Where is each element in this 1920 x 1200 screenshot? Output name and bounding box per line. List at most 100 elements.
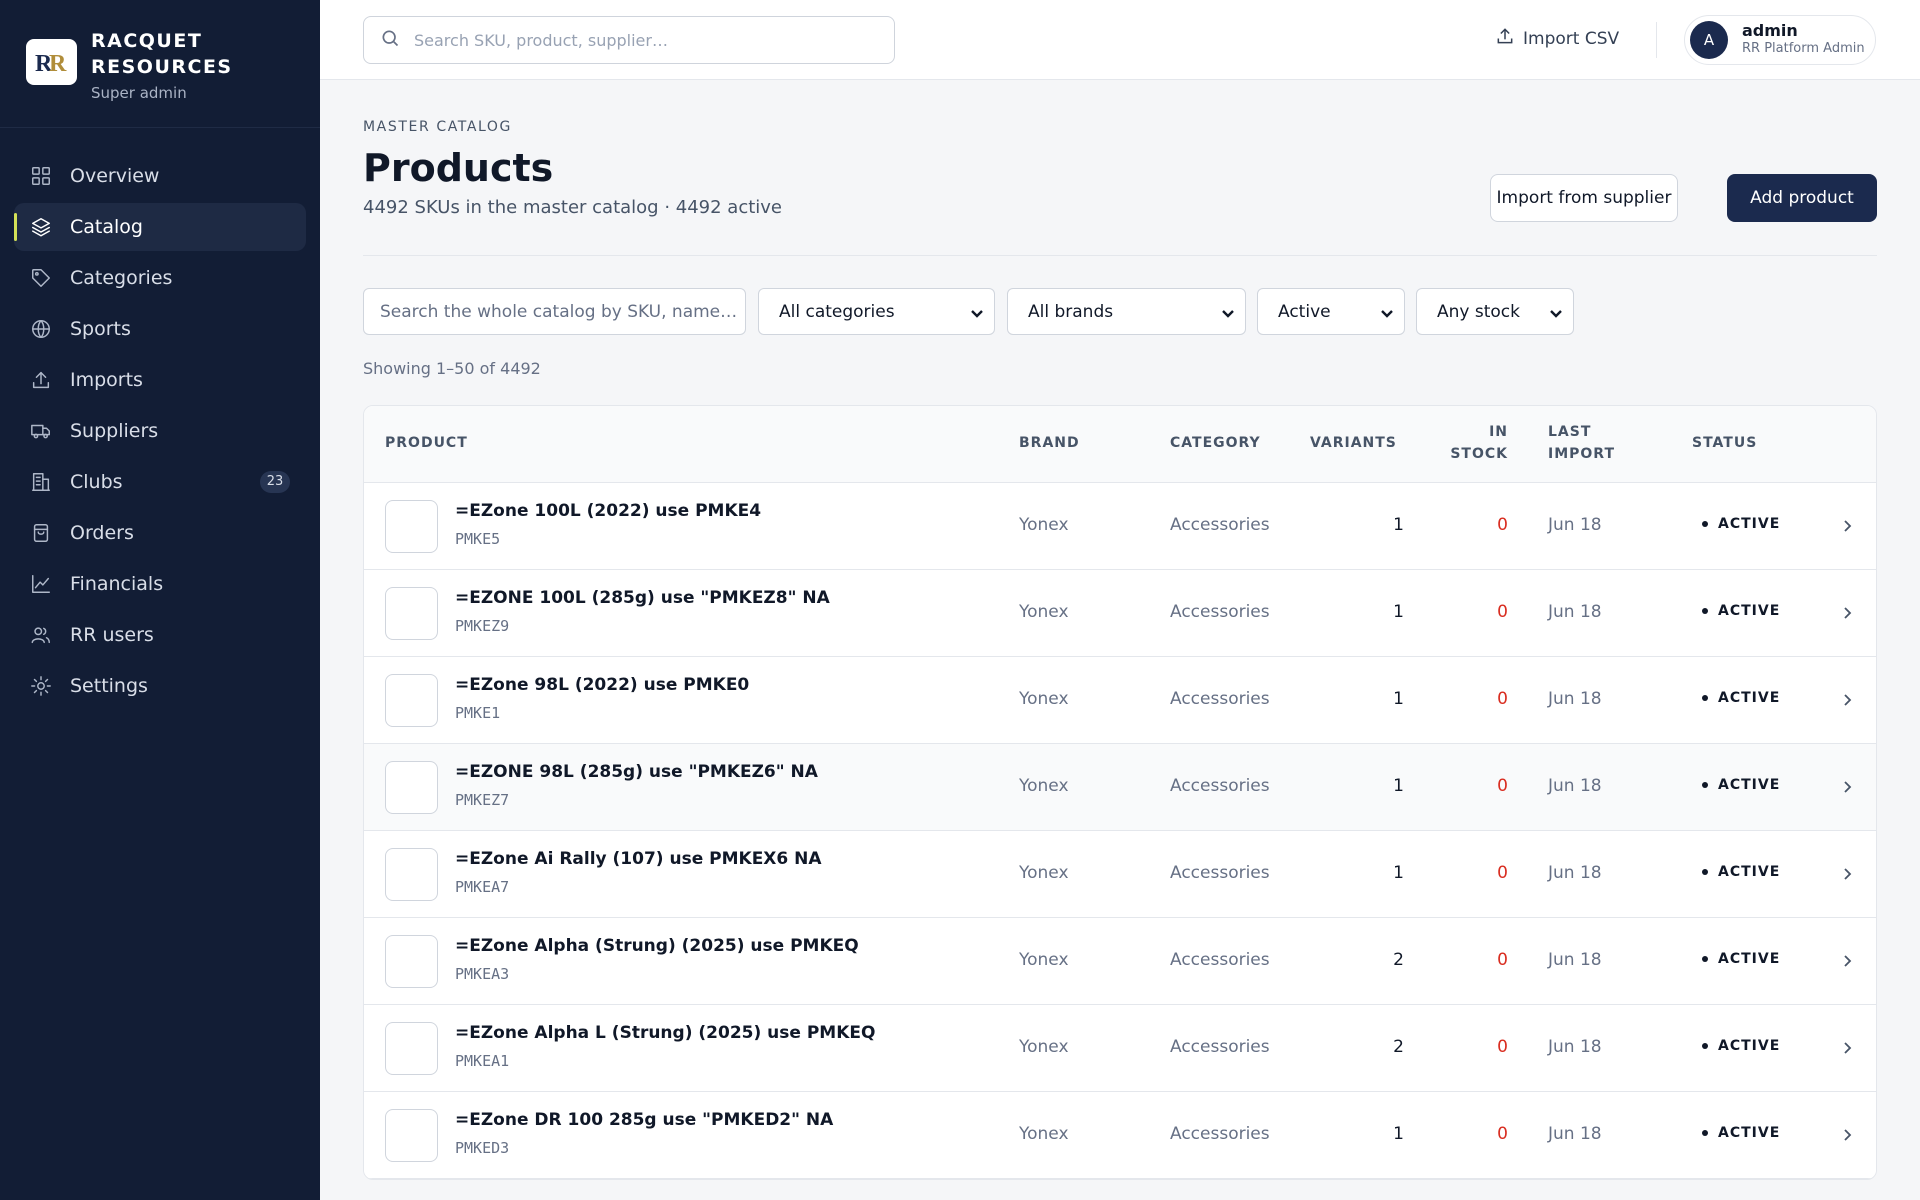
product-name[interactable]: =EZone Alpha L (Strung) (2025) use PMKEQ: [455, 1023, 875, 1043]
table-row[interactable]: =EZone Alpha (Strung) (2025) use PMKEQ P…: [364, 918, 1876, 1005]
product-in-stock: 0: [1497, 689, 1508, 709]
sidebar-item-settings[interactable]: Settings: [14, 662, 306, 710]
sidebar-item-catalog[interactable]: Catalog: [14, 203, 306, 251]
global-search[interactable]: [363, 16, 895, 64]
grid-icon: [30, 165, 52, 187]
sidebar-item-financials[interactable]: Financials: [14, 560, 306, 608]
sidebar-item-rr-users[interactable]: RR users: [14, 611, 306, 659]
table-row[interactable]: =EZone 100L (2022) use PMKE4 PMKE5 Yonex…: [364, 483, 1876, 570]
add-product-button[interactable]: Add product: [1727, 174, 1877, 222]
table-row[interactable]: =EZone Ai Rally (107) use PMKEX6 NA PMKE…: [364, 831, 1876, 918]
column-header-last-import-line2: IMPORT: [1548, 446, 1616, 462]
status-label: ACTIVE: [1718, 1125, 1781, 1141]
chevron-right-icon[interactable]: [1839, 866, 1855, 882]
product-sku: PMKED3: [455, 1139, 510, 1157]
sidebar-item-sports[interactable]: Sports: [14, 305, 306, 353]
product-sku: PMKE5: [455, 530, 501, 548]
sidebar-item-label: Financials: [70, 573, 164, 595]
catalog-search-input[interactable]: [363, 288, 746, 335]
upload-icon: [1495, 26, 1523, 51]
import-csv-button[interactable]: Import CSV: [1495, 26, 1619, 51]
sidebar-nav: Overview Catalog Categories Sports Impor…: [0, 128, 320, 710]
sidebar-item-label: RR users: [70, 624, 154, 646]
column-header-brand[interactable]: BRAND: [1019, 432, 1080, 454]
table-row[interactable]: =EZONE 98L (285g) use "PMKEZ6" NA PMKEZ7…: [364, 744, 1876, 831]
product-variants: 1: [1393, 602, 1404, 622]
layers-icon: [30, 216, 52, 238]
sidebar-item-overview[interactable]: Overview: [14, 152, 306, 200]
status-badge: ACTIVE: [1702, 690, 1780, 706]
product-category: Accessories: [1170, 776, 1270, 796]
product-last-import: Jun 18: [1548, 515, 1602, 535]
product-category: Accessories: [1170, 950, 1270, 970]
line-chart-icon: [30, 573, 52, 595]
topbar: Import CSV A admin RR Platform Admin: [320, 0, 1920, 80]
sidebar-item-imports[interactable]: Imports: [14, 356, 306, 404]
product-category: Accessories: [1170, 1124, 1270, 1144]
column-header-product[interactable]: PRODUCT: [385, 432, 468, 454]
product-thumbnail: [385, 935, 438, 988]
chevron-right-icon[interactable]: [1839, 1040, 1855, 1056]
category-select[interactable]: All categories: [758, 288, 995, 335]
chevron-right-icon[interactable]: [1839, 692, 1855, 708]
building-icon: [30, 471, 52, 493]
table-row[interactable]: =EZone Alpha L (Strung) (2025) use PMKEQ…: [364, 1005, 1876, 1092]
product-variants: 1: [1393, 776, 1404, 796]
product-variants: 1: [1393, 1124, 1404, 1144]
brand-name-line2: RESOURCES: [91, 56, 233, 78]
clubs-count-badge: 23: [260, 471, 290, 493]
status-select[interactable]: Active: [1257, 288, 1405, 335]
product-name[interactable]: =EZone Alpha (Strung) (2025) use PMKEQ: [455, 936, 859, 956]
sidebar-item-label: Sports: [70, 318, 131, 340]
status-dot-icon: [1702, 782, 1708, 788]
column-header-last-import[interactable]: LAST IMPORT: [1548, 421, 1615, 465]
users-icon: [30, 624, 52, 646]
global-search-input[interactable]: [414, 30, 874, 50]
stock-select[interactable]: Any stock: [1416, 288, 1574, 335]
product-brand: Yonex: [1019, 776, 1069, 796]
chevron-right-icon[interactable]: [1839, 518, 1855, 534]
status-dot-icon: [1702, 956, 1708, 962]
product-sku: PMKEZ7: [455, 791, 510, 809]
chevron-right-icon[interactable]: [1839, 1127, 1855, 1143]
import-from-supplier-button[interactable]: Import from supplier: [1490, 174, 1678, 222]
user-menu[interactable]: A admin RR Platform Admin: [1684, 15, 1876, 65]
product-thumbnail: [385, 1022, 438, 1075]
chevron-right-icon[interactable]: [1839, 779, 1855, 795]
brand-select[interactable]: All brands: [1007, 288, 1246, 335]
sidebar-item-suppliers[interactable]: Suppliers: [14, 407, 306, 455]
column-header-status[interactable]: STATUS: [1692, 432, 1757, 454]
sidebar: R R RACQUET RESOURCES Super admin Overvi…: [0, 0, 320, 1200]
column-header-in-stock[interactable]: IN STOCK: [1450, 421, 1508, 465]
product-name[interactable]: =EZONE 100L (285g) use "PMKEZ8" NA: [455, 588, 830, 608]
product-last-import: Jun 18: [1548, 863, 1602, 883]
sidebar-item-orders[interactable]: Orders: [14, 509, 306, 557]
product-name[interactable]: =EZone 98L (2022) use PMKE0: [455, 675, 749, 695]
page-subtitle: 4492 SKUs in the master catalog · 4492 a…: [363, 197, 783, 218]
chevron-right-icon[interactable]: [1839, 953, 1855, 969]
table-row[interactable]: =EZONE 100L (285g) use "PMKEZ8" NA PMKEZ…: [364, 570, 1876, 657]
product-in-stock: 0: [1497, 602, 1508, 622]
product-brand: Yonex: [1019, 689, 1069, 709]
table-row[interactable]: =EZone 98L (2022) use PMKE0 PMKE1 Yonex …: [364, 657, 1876, 744]
sidebar-item-categories[interactable]: Categories: [14, 254, 306, 302]
sidebar-item-clubs[interactable]: Clubs 23: [14, 458, 306, 506]
column-header-variants[interactable]: VARIANTS: [1310, 432, 1397, 454]
table-row[interactable]: =EZone DR 100 285g use "PMKED2" NA PMKED…: [364, 1092, 1876, 1179]
product-name[interactable]: =EZone Ai Rally (107) use PMKEX6 NA: [455, 849, 822, 869]
status-badge: ACTIVE: [1702, 1038, 1780, 1054]
status-label: ACTIVE: [1718, 864, 1781, 880]
product-variants: 2: [1393, 950, 1404, 970]
sidebar-item-label: Imports: [70, 369, 143, 391]
brand-logo[interactable]: R R: [26, 39, 77, 85]
product-thumbnail: [385, 674, 438, 727]
product-name[interactable]: =EZone 100L (2022) use PMKE4: [455, 501, 761, 521]
product-sku: PMKEZ9: [455, 617, 510, 635]
sidebar-item-label: Overview: [70, 165, 160, 187]
results-count: Showing 1–50 of 4492: [363, 359, 541, 378]
column-header-category[interactable]: CATEGORY: [1170, 432, 1261, 454]
product-name[interactable]: =EZone DR 100 285g use "PMKED2" NA: [455, 1110, 833, 1130]
chevron-right-icon[interactable]: [1839, 605, 1855, 621]
product-name[interactable]: =EZONE 98L (285g) use "PMKEZ6" NA: [455, 762, 818, 782]
product-thumbnail: [385, 587, 438, 640]
